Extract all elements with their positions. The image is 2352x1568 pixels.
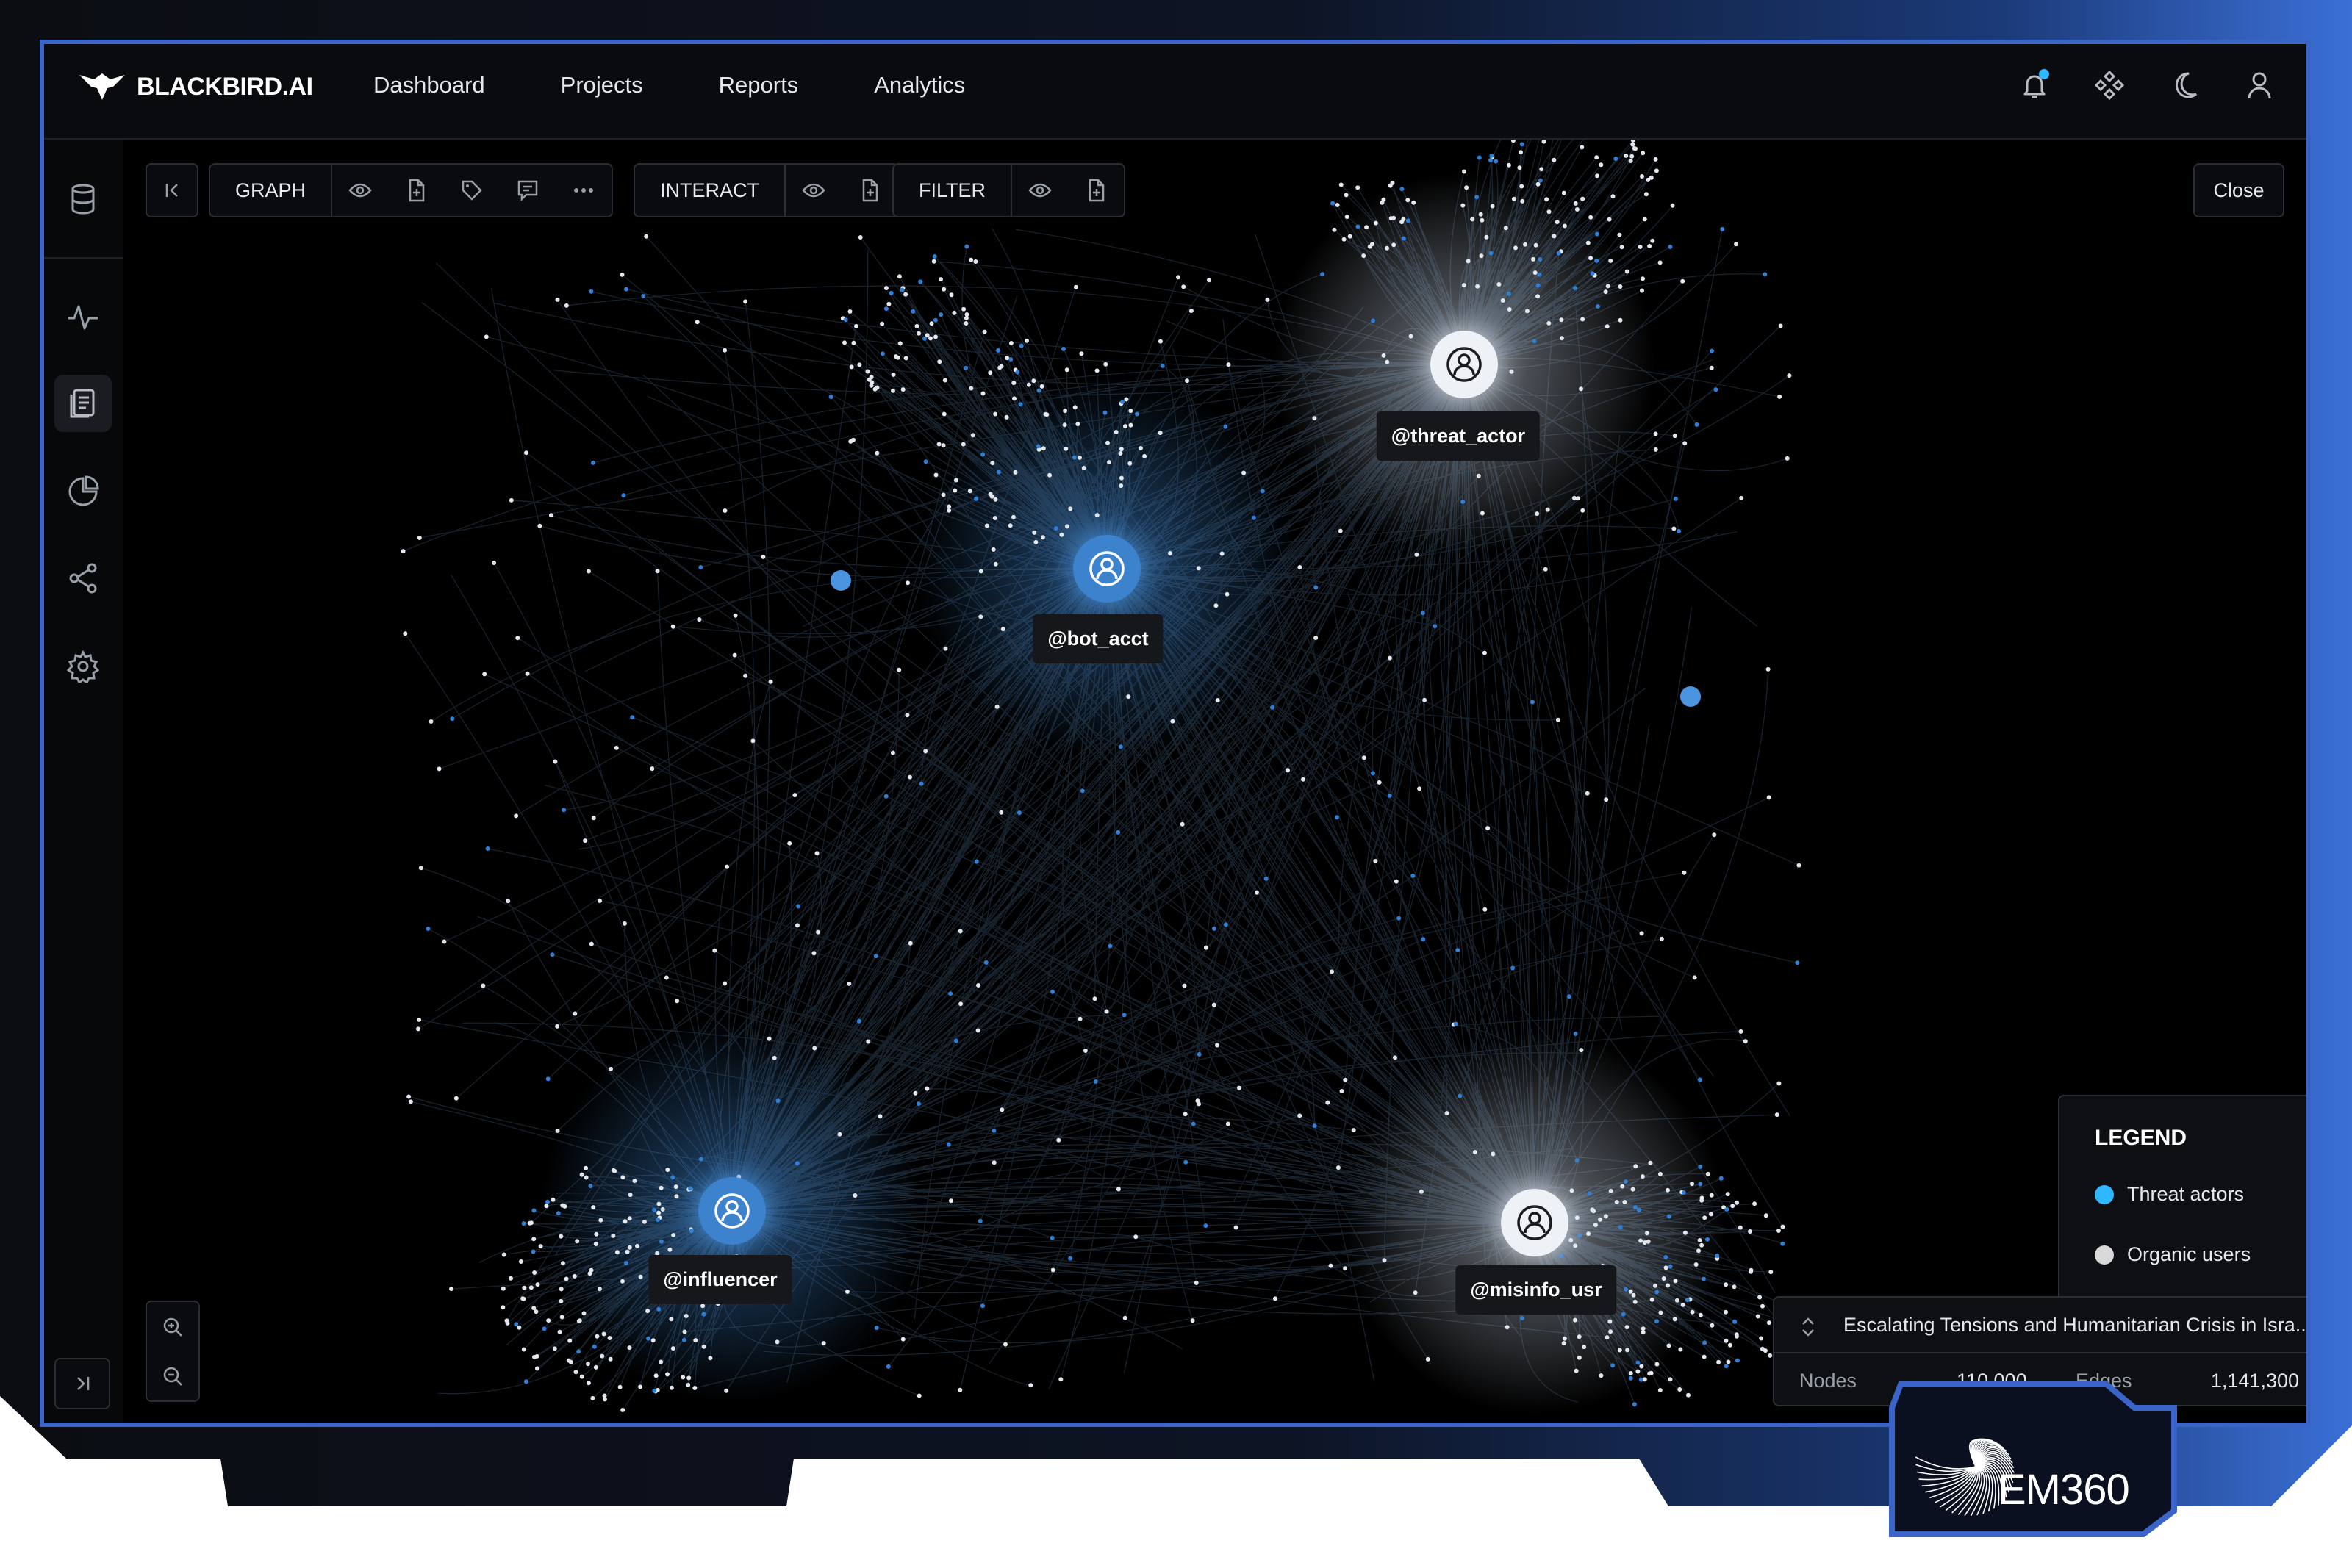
main-nav: Dashboard Projects Reports Analytics (373, 72, 965, 98)
brand-name: BLACKBIRD.AI (137, 72, 313, 101)
hub-label: @bot_acct (1033, 614, 1164, 663)
file-export-icon[interactable] (1068, 165, 1124, 216)
em360-logo-icon (1889, 1381, 2177, 1537)
nav-projects[interactable]: Projects (561, 72, 643, 98)
user-avatar-icon (1089, 551, 1125, 586)
blackbird-logo-icon (79, 73, 125, 100)
badge-text: EM360 (1998, 1466, 2130, 1514)
app-window: BLACKBIRD.AI Dashboard Projects Reports … (40, 40, 2311, 1427)
sidebar-divider (44, 257, 123, 259)
legend-title: LEGEND (2095, 1126, 2187, 1150)
em360-badge: EM360 (1886, 1378, 2177, 1539)
legend-dot-threat (2095, 1184, 2114, 1204)
nav-reports[interactable]: Reports (719, 72, 799, 98)
zoom-out-icon[interactable] (147, 1351, 198, 1400)
comment-icon[interactable] (500, 165, 556, 216)
user-avatar-icon (1446, 347, 1482, 382)
legend-panel: LEGEND Threat actors Organic users (2058, 1095, 2306, 1303)
sidebar (44, 140, 125, 1423)
hub-label: @threat_actor (1376, 411, 1541, 461)
hub-node-avatar[interactable] (1430, 331, 1498, 398)
secondary-hub-node[interactable] (1680, 686, 1701, 707)
chevron-updown-icon[interactable] (1799, 1315, 1817, 1339)
moon-icon[interactable] (2167, 68, 2202, 103)
zoom-in-icon[interactable] (147, 1302, 198, 1351)
top-icons (2017, 68, 2277, 103)
info-divider (1774, 1352, 2306, 1353)
database-icon[interactable] (54, 170, 112, 228)
user-avatar-icon (714, 1193, 750, 1229)
share-icon[interactable] (54, 550, 112, 607)
nav-dashboard[interactable]: Dashboard (373, 72, 485, 98)
tag-icon[interactable] (444, 165, 500, 216)
graph-canvas[interactable]: @bot_acct @threat_actor @influencer @misinf… (123, 140, 2306, 1423)
file-export-icon[interactable] (842, 165, 897, 216)
narrative-title[interactable]: Escalating Tensions and Humanitarian Cri… (1843, 1314, 2306, 1337)
close-button[interactable]: Close (2193, 163, 2284, 217)
legend-item-threat: Threat actors (2095, 1183, 2244, 1206)
graph-toolbar: GRAPH (209, 163, 614, 217)
document-icon[interactable] (54, 375, 112, 432)
hub-node-avatar[interactable] (1073, 535, 1141, 603)
collapse-panel-button[interactable] (146, 163, 198, 217)
interact-tab[interactable]: INTERACT (635, 165, 786, 216)
logo: BLACKBIRD.AI (78, 71, 313, 103)
zoom-controls (146, 1301, 200, 1402)
apps-icon[interactable] (2092, 68, 2127, 103)
eye-icon[interactable] (786, 165, 842, 216)
more-icon[interactable] (556, 165, 612, 216)
activity-icon[interactable] (54, 288, 112, 345)
file-export-icon[interactable] (388, 165, 444, 216)
settings-icon[interactable] (54, 638, 112, 695)
expand-sidebar-button[interactable] (54, 1358, 110, 1409)
hub-node-avatar[interactable] (698, 1177, 766, 1245)
pie-chart-icon[interactable] (54, 463, 112, 520)
bell-icon[interactable] (2017, 68, 2052, 103)
secondary-hub-node[interactable] (831, 570, 851, 591)
legend-label-threat: Threat actors (2127, 1183, 2245, 1205)
hub-node-avatar[interactable] (1501, 1189, 1568, 1256)
eye-icon[interactable] (332, 165, 388, 216)
hub-label: @influencer (648, 1255, 792, 1304)
eye-icon[interactable] (1012, 165, 1068, 216)
filter-toolbar: FILTER (892, 163, 1126, 217)
legend-item-organic: Organic users (2095, 1243, 2251, 1266)
user-avatar-icon (1517, 1205, 1552, 1240)
nav-analytics[interactable]: Analytics (874, 72, 965, 98)
hub-label: @misinfo_usr (1455, 1265, 1617, 1315)
user-icon[interactable] (2242, 68, 2277, 103)
notification-dot (2039, 69, 2049, 79)
network-graph[interactable] (123, 140, 2306, 1423)
legend-dot-organic (2095, 1245, 2114, 1265)
nodes-label: Nodes (1799, 1370, 1857, 1392)
filter-tab[interactable]: FILTER (894, 165, 1013, 216)
legend-label-organic: Organic users (2127, 1243, 2251, 1265)
edges-value: 1,141,300 (2210, 1370, 2299, 1392)
graph-tab[interactable]: GRAPH (210, 165, 333, 216)
top-bar: BLACKBIRD.AI Dashboard Projects Reports … (44, 44, 2306, 140)
interact-toolbar: INTERACT (634, 163, 899, 217)
